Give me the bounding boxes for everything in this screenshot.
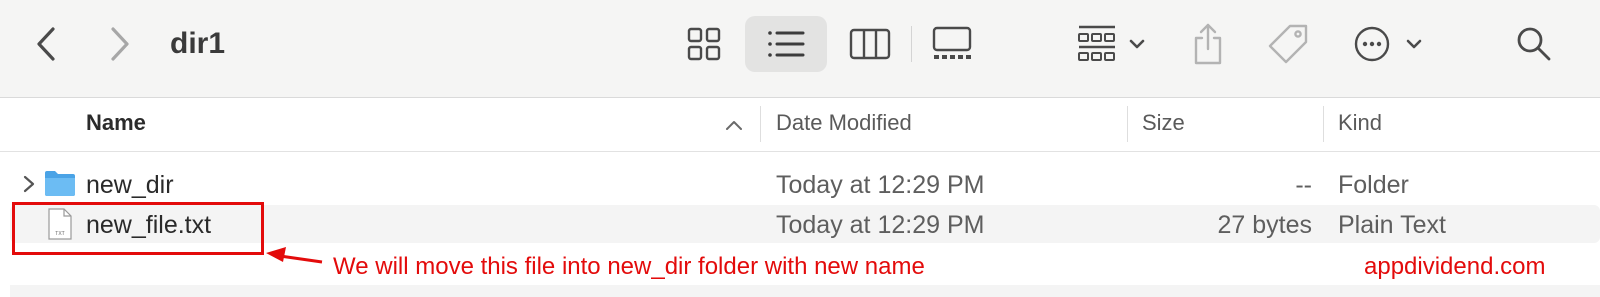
column-divider[interactable]: [760, 106, 761, 142]
sort-ascending-icon[interactable]: [722, 114, 746, 136]
column-header-name[interactable]: Name: [86, 98, 146, 151]
disclosure-triangle-icon[interactable]: [20, 173, 38, 195]
gallery-view-icon[interactable]: [924, 20, 980, 68]
more-icon[interactable]: [1350, 20, 1430, 68]
toolbar: dir1: [0, 0, 1600, 98]
column-view-icon[interactable]: [842, 20, 898, 68]
window-title: dir1: [170, 27, 226, 60]
file-name: new_dir: [86, 171, 174, 199]
folder-icon: [44, 168, 76, 198]
file-size: 27 bytes: [1217, 211, 1312, 239]
forward-icon[interactable]: [102, 24, 138, 64]
column-divider[interactable]: [1127, 106, 1128, 142]
column-header-date-modified[interactable]: Date Modified: [776, 98, 912, 151]
file-date-modified: Today at 12:29 PM: [776, 171, 985, 199]
file-size: --: [1295, 171, 1312, 199]
back-icon[interactable]: [28, 24, 64, 64]
watermark: appdividend.com: [1364, 253, 1546, 280]
column-header-bar: Name Date Modified Size Kind: [0, 98, 1600, 152]
annotation-highlight-box: [12, 202, 264, 255]
tag-icon[interactable]: [1262, 18, 1314, 70]
file-kind: Plain Text: [1338, 211, 1446, 239]
column-divider[interactable]: [1323, 106, 1324, 142]
group-icon[interactable]: [1072, 20, 1152, 68]
list-view-icon[interactable]: [745, 16, 827, 72]
file-kind: Folder: [1338, 171, 1409, 199]
annotation-text: We will move this file into new_dir fold…: [333, 253, 925, 280]
search-icon[interactable]: [1510, 22, 1558, 66]
column-header-size[interactable]: Size: [1142, 98, 1185, 151]
annotation-arrow-icon: [262, 244, 326, 272]
column-header-kind[interactable]: Kind: [1338, 98, 1382, 151]
file-row-new-dir[interactable]: new_dir Today at 12:29 PM -- Folder: [10, 165, 1600, 203]
icon-view-icon[interactable]: [676, 20, 732, 68]
toolbar-divider: [911, 26, 912, 62]
empty-row: [10, 285, 1600, 297]
share-icon[interactable]: [1184, 18, 1232, 70]
file-date-modified: Today at 12:29 PM: [776, 211, 985, 239]
